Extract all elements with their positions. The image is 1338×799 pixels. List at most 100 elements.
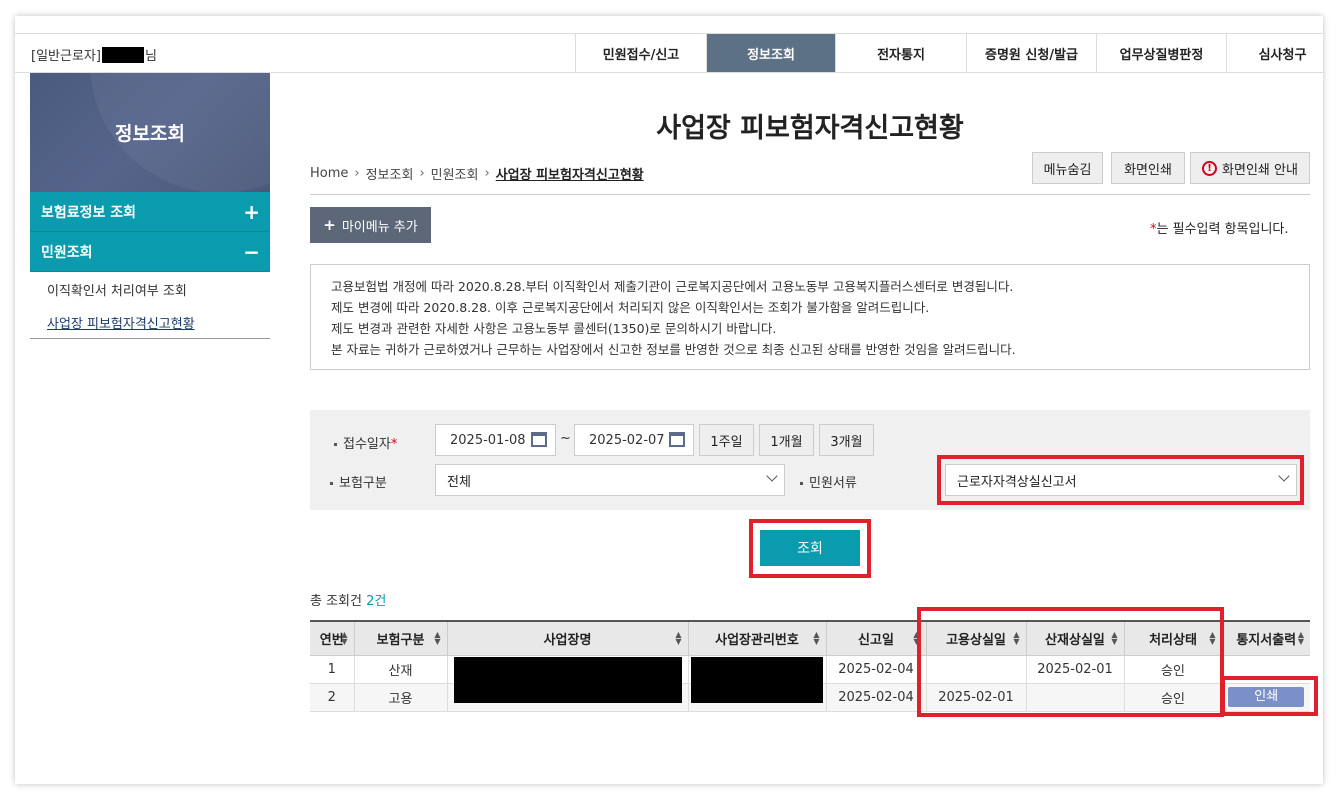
range-3month-button[interactable]: 3개월: [819, 424, 874, 456]
sidebar-item-premium-info[interactable]: 보험료정보 조회 +: [30, 192, 270, 232]
sidebar-item-label: 보험료정보 조회: [41, 204, 137, 221]
col-header-notice-print[interactable]: 통지서출력 ▲ ▼: [1221, 620, 1310, 656]
sort-icon[interactable]: ▲ ▼: [341, 631, 347, 646]
insurance-type-select[interactable]: 전체: [435, 464, 785, 496]
date-to-value: 2025-02-07: [589, 432, 665, 448]
notice-line: 본 자료는 귀하가 근로하였거나 근무하는 사업장에서 신고한 정보를 반영한 …: [331, 342, 1016, 357]
date-label-text: 접수일자: [343, 437, 391, 452]
top-bar: [일반근로자] 님 민원접수/신고 정보조회 전자통지 증명원 신청/발급 업무…: [15, 33, 1323, 73]
sidebar-item-complaint-inquiry[interactable]: 민원조회 −: [30, 232, 270, 272]
print-guide-label: 화면인쇄 안내: [1222, 162, 1298, 178]
chevron-right-icon: ›: [419, 166, 425, 181]
sidebar-subitem-separation-cert[interactable]: 이직확인서 처리여부 조회: [30, 272, 270, 305]
col-header-label: 통지서출력: [1236, 632, 1297, 648]
sidebar-item-label: 민원조회: [41, 244, 93, 261]
workplace-id-redacted: [691, 657, 823, 703]
col-header-report-date[interactable]: 신고일 ▲ ▼: [825, 620, 926, 656]
document-type-label-text: 민원서류: [809, 476, 857, 491]
col-header-label: 연번: [319, 632, 344, 648]
chevron-right-icon: ›: [354, 166, 360, 181]
calendar-icon[interactable]: [531, 432, 547, 447]
global-nav: 민원접수/신고 정보조회 전자통지 증명원 신청/발급 업무상질병판정 심사청구: [575, 34, 1338, 72]
sidebar-submenu: 이직확인서 처리여부 조회 사업장 피보험자격신고현황: [30, 272, 270, 339]
nav-item-certificate[interactable]: 증명원 신청/발급: [966, 34, 1096, 72]
required-note-text: 는 필수입력 항목입니다.: [1156, 222, 1289, 237]
add-my-menu-label: 마이메뉴 추가: [341, 219, 418, 235]
user-prefix: [일반근로자]: [31, 49, 101, 64]
highlight-box-print-button: [1221, 676, 1318, 716]
nav-item-review-request[interactable]: 심사청구: [1226, 34, 1338, 72]
breadcrumb: Home › 정보조회 › 민원조회 › 사업장 피보험자격신고현황: [310, 164, 644, 183]
col-header-insurance-type[interactable]: 보험구분 ▲ ▼: [353, 620, 447, 656]
date-from-input[interactable]: 2025-01-08: [435, 424, 556, 456]
col-header-label: 보험구분: [376, 632, 425, 648]
plus-icon: +: [323, 216, 336, 234]
bullet-icon: [334, 443, 337, 446]
page-title: 사업장 피보험자격신고현황: [656, 113, 964, 144]
notice-line: 제도 변경과 관련한 자세한 사항은 고용노동부 콜센터(1350)로 문의하시…: [331, 321, 777, 336]
breadcrumb-info[interactable]: 정보조회: [366, 164, 414, 183]
result-count-label: 총 조회건: [310, 594, 362, 609]
insurance-type-value: 전체: [447, 474, 471, 490]
sort-icon[interactable]: ▲ ▼: [675, 631, 681, 646]
divider: [310, 194, 1310, 195]
range-1week-button[interactable]: 1주일: [699, 424, 754, 456]
user-name-redacted: [101, 46, 144, 63]
user-info: [일반근로자] 님: [31, 45, 157, 64]
result-count: 총 조회건 2건: [310, 590, 386, 609]
date-label: 접수일자*: [334, 433, 397, 452]
sort-icon[interactable]: ▲ ▼: [1298, 631, 1304, 646]
breadcrumb-current: 사업장 피보험자격신고현황: [495, 168, 644, 183]
chevron-right-icon: ›: [484, 166, 490, 181]
nav-item-e-notice[interactable]: 전자통지: [835, 34, 966, 72]
document-type-label: 민원서류: [800, 472, 857, 491]
print-guide-button[interactable]: ! 화면인쇄 안내: [1190, 152, 1310, 184]
calendar-icon[interactable]: [669, 432, 685, 447]
notice-line: 고용보험법 개정에 따라 2020.8.28.부터 이직확인서 제출기관이 근로…: [331, 279, 1014, 294]
bullet-icon: [330, 482, 333, 485]
date-to-input[interactable]: 2025-02-07: [574, 424, 694, 456]
workplace-name-redacted: [454, 657, 682, 703]
col-header-no[interactable]: 연번 ▲ ▼: [310, 620, 354, 656]
breadcrumb-home[interactable]: Home: [310, 166, 348, 181]
warning-icon: !: [1202, 160, 1218, 176]
cell-report-date: 2025-02-04: [825, 683, 926, 712]
breadcrumb-complaint[interactable]: 민원조회: [431, 164, 479, 183]
insurance-type-label-text: 보험구분: [339, 476, 387, 491]
sort-icon[interactable]: ▲ ▼: [813, 631, 819, 646]
plus-icon: +: [243, 199, 260, 224]
insurance-type-label: 보험구분: [330, 472, 387, 491]
required-note: *는 필수입력 항목입니다.: [1150, 218, 1289, 237]
cell-no: 2: [310, 683, 354, 712]
hide-menu-button[interactable]: 메뉴숨김: [1032, 152, 1103, 184]
col-header-label: 사업장명: [543, 632, 592, 648]
nav-item-occupational-disease[interactable]: 업무상질병판정: [1096, 34, 1226, 72]
date-from-value: 2025-01-08: [450, 432, 526, 448]
col-header-workplace-name[interactable]: 사업장명 ▲ ▼: [446, 620, 688, 656]
required-star: *: [390, 437, 398, 452]
print-screen-button[interactable]: 화면인쇄: [1111, 152, 1185, 184]
date-range-tilde: ~: [560, 431, 571, 446]
sort-icon[interactable]: ▲ ▼: [434, 631, 440, 646]
highlight-box-document-type: [937, 455, 1304, 505]
user-suffix: 님: [144, 49, 157, 64]
nav-item-info-inquiry[interactable]: 정보조회: [706, 34, 835, 72]
nav-item-complaint-submit[interactable]: 민원접수/신고: [575, 34, 706, 72]
sidebar-menu: 보험료정보 조회 + 민원조회 − 이직확인서 처리여부 조회 사업장 피보험자…: [30, 192, 270, 339]
col-header-label: 신고일: [858, 632, 894, 648]
highlight-box-loss-dates: [917, 607, 1224, 717]
add-my-menu-button[interactable]: + 마이메뉴 추가: [310, 207, 431, 243]
cell-insurance-type: 산재: [353, 655, 447, 684]
result-count-value: 2건: [366, 594, 387, 609]
sidebar-title-text: 정보조회: [115, 123, 185, 145]
bullet-icon: [800, 482, 803, 485]
sidebar-subitem-insured-status[interactable]: 사업장 피보험자격신고현황: [30, 305, 270, 338]
cell-report-date: 2025-02-04: [825, 655, 926, 684]
minus-icon: −: [243, 239, 260, 264]
col-header-workplace-id[interactable]: 사업장관리번호 ▲ ▼: [687, 620, 826, 656]
notice-line: 제도 변경에 따라 2020.8.28. 이후 근로복지공단에서 처리되지 않은…: [331, 300, 930, 315]
sidebar-title: 정보조회: [30, 73, 270, 192]
range-1month-button[interactable]: 1개월: [759, 424, 814, 456]
notice-box: 고용보험법 개정에 따라 2020.8.28.부터 이직확인서 제출기관이 근로…: [310, 264, 1310, 370]
highlight-box-search-button: [749, 519, 871, 578]
